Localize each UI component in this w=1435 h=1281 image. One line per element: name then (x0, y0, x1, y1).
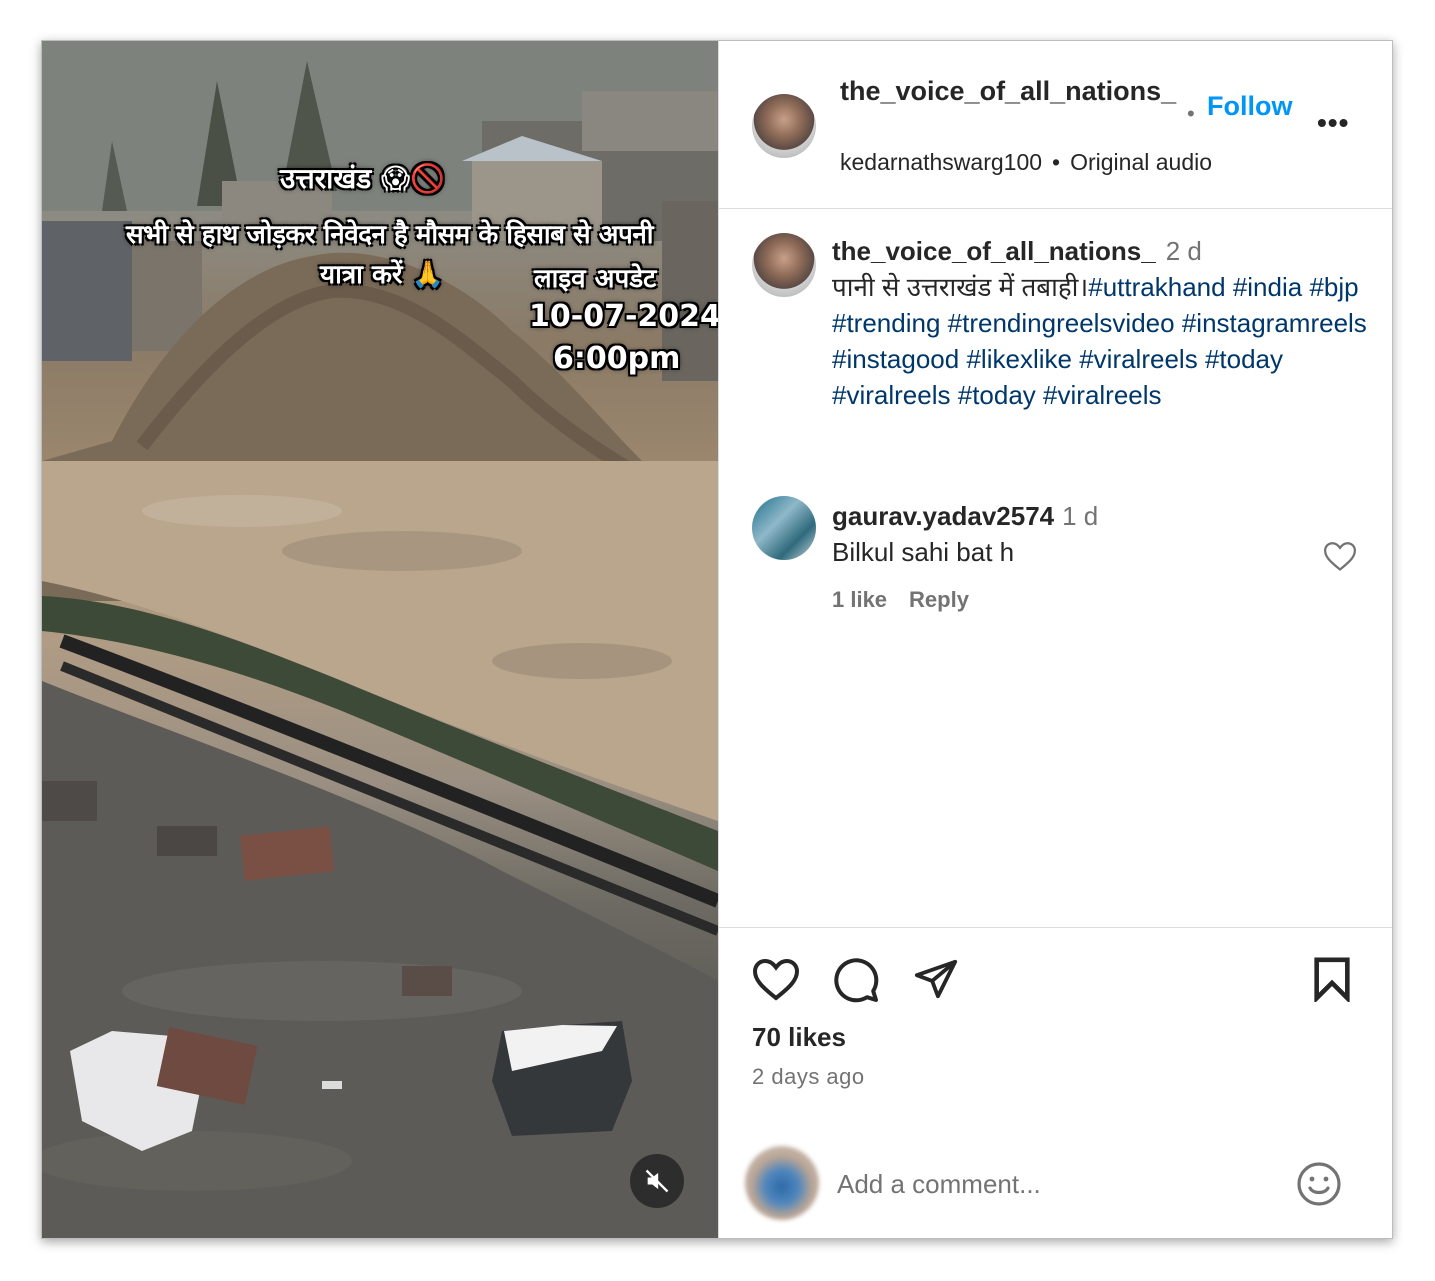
hashtag-link[interactable]: #bjp (1309, 272, 1358, 302)
hashtag-link[interactable]: #trending (832, 308, 940, 338)
share-button[interactable] (912, 956, 960, 1007)
commenter-username[interactable]: gaurav.yadav2574 (832, 501, 1054, 531)
post-header: the_voice_of_all_nations_ • Follow ••• k… (719, 41, 1392, 209)
bookmark-icon (1314, 957, 1350, 1004)
reel-video[interactable]: उत्तराखंड 😱🚫 सभी से हाथ जोड़कर निवेदन है… (42, 41, 718, 1238)
emoji-button[interactable] (1295, 1160, 1343, 1213)
hashtag-link[interactable]: #uttrakhand (1088, 272, 1225, 302)
caption-text: पानी से उत्तराखंड में तबाही। (832, 272, 1089, 302)
overlay-time: 6:00pm (553, 341, 681, 376)
overlay-appeal-line1: सभी से हाथ जोड़कर निवेदन है मौसम के हिसा… (126, 220, 653, 250)
caption-author-avatar[interactable] (752, 233, 816, 297)
author-avatar[interactable] (752, 94, 816, 158)
commenter-avatar[interactable] (752, 496, 816, 560)
post-details-panel: the_voice_of_all_nations_ • Follow ••• k… (718, 41, 1392, 1238)
hashtag-link[interactable]: #likexlike (966, 344, 1072, 374)
comment-text: Bilkul sahi bat h (832, 537, 1015, 567)
comment-time: 1 d (1062, 501, 1099, 531)
hashtag-link[interactable]: #viralreels (1079, 344, 1198, 374)
hashtag-link[interactable]: #trendingreelsvideo (948, 308, 1175, 338)
heart-icon (752, 958, 800, 1001)
hashtag-link[interactable]: #india (1233, 272, 1302, 302)
header-dot: • (1187, 101, 1195, 126)
overlay-appeal-line2: यात्रा करें 🙏 (320, 260, 444, 290)
hashtag-link[interactable]: #instagramreels (1182, 308, 1367, 338)
mute-toggle-button[interactable] (630, 1154, 684, 1208)
save-button[interactable] (1311, 956, 1353, 1007)
follow-button[interactable]: Follow (1207, 91, 1292, 122)
hashtag-link[interactable]: #viralreels (1043, 380, 1162, 410)
overlay-title: उत्तराखंड 😱🚫 (280, 162, 446, 195)
caption-text-block: the_voice_of_all_nations_ 2 d पानी से उत्… (832, 233, 1372, 413)
comment-button[interactable] (832, 956, 880, 1009)
comment-actions: 1 like Reply (832, 587, 991, 613)
more-options-icon[interactable]: ••• (1317, 107, 1349, 139)
comment-bubble-icon (834, 958, 879, 1003)
comment-likes-count[interactable]: 1 like (832, 587, 887, 612)
likes-count[interactable]: 70 likes (752, 1022, 846, 1053)
comment-meta: gaurav.yadav2574 1 d (832, 498, 1098, 534)
audio-username[interactable]: kedarnathswarg100 (840, 149, 1042, 175)
send-paper-plane-icon (914, 959, 958, 999)
hashtag-link[interactable]: #viralreels (832, 380, 951, 410)
add-comment-input[interactable] (837, 1162, 1257, 1206)
overlay-date: 10-07-2024 (529, 299, 718, 334)
reply-button[interactable]: Reply (909, 587, 969, 612)
hashtag-link[interactable]: #instagood (832, 344, 959, 374)
audio-info: kedarnathswarg100 • Original audio (840, 149, 1212, 176)
posted-time[interactable]: 2 days ago (752, 1064, 865, 1090)
comment-like-button[interactable] (1323, 540, 1357, 577)
heart-icon (1323, 542, 1357, 571)
original-audio-link[interactable]: Original audio (1070, 149, 1212, 175)
like-button[interactable] (752, 956, 800, 1007)
smiley-face-icon (1297, 1162, 1341, 1206)
post-modal: उत्तराखंड 😱🚫 सभी से हाथ जोड़कर निवेदन है… (41, 40, 1393, 1239)
hashtag-link[interactable]: #today (958, 380, 1036, 410)
audio-separator: • (1052, 149, 1061, 175)
hashtag-link[interactable]: #today (1205, 344, 1283, 374)
overlay-live-update: लाइव अपडेट (534, 264, 657, 294)
post-footer: 70 likes 2 days ago (719, 927, 1392, 1238)
author-username[interactable]: the_voice_of_all_nations_ (840, 73, 1180, 109)
caption-username[interactable]: the_voice_of_all_nations_ (832, 236, 1156, 266)
current-user-avatar (745, 1146, 819, 1220)
caption-time: 2 d (1165, 236, 1202, 266)
speaker-muted-icon (645, 1169, 669, 1193)
